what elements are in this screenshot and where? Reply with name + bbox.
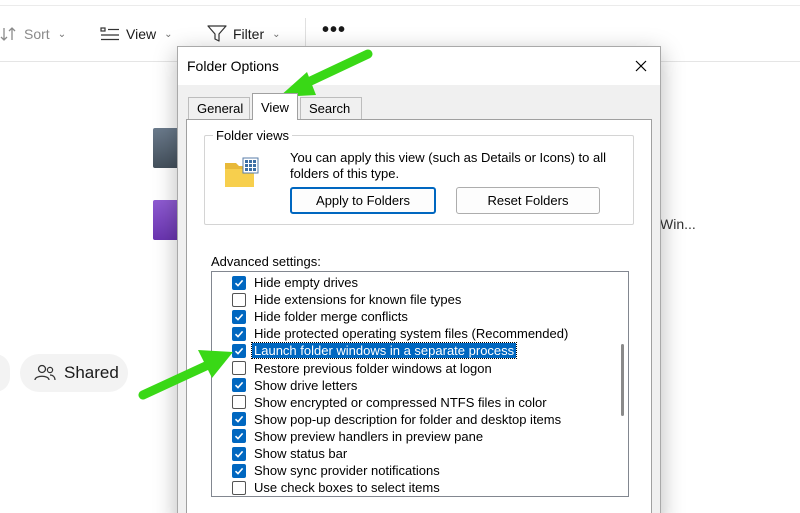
setting-row[interactable]: Show sync provider notifications: [232, 462, 442, 479]
filter-button[interactable]: Filter ⌄: [207, 22, 281, 46]
chevron-down-icon: ⌄: [164, 28, 173, 40]
setting-label: Show drive letters: [254, 377, 358, 393]
checkbox-checked[interactable]: [232, 463, 246, 478]
setting-label: Hide folder merge conflicts: [254, 309, 408, 325]
chevron-down-icon: ⌄: [272, 28, 281, 40]
setting-row[interactable]: Restore previous folder windows at logon: [232, 360, 494, 377]
setting-row[interactable]: Hide extensions for known file types: [232, 291, 463, 308]
setting-row[interactable]: Show encrypted or compressed NTFS files …: [232, 394, 549, 411]
setting-row[interactable]: Show drive letters: [232, 377, 359, 394]
more-options-button[interactable]: •••: [322, 18, 346, 42]
setting-row[interactable]: Show pop-up description for folder and d…: [232, 411, 563, 428]
folder-icon: [225, 157, 259, 187]
setting-label: Use check boxes to select items: [254, 480, 440, 496]
sort-button[interactable]: Sort ⌄: [0, 22, 66, 46]
checkbox-checked[interactable]: [232, 343, 246, 358]
setting-row[interactable]: Hide protected operating system files (R…: [232, 325, 570, 342]
nav-chip[interactable]: [0, 354, 10, 392]
dialog-title: Folder Options: [187, 58, 279, 74]
setting-label: Show preview handlers in preview pane: [254, 428, 484, 444]
tab-strip: General View Search: [186, 93, 656, 120]
reset-folders-button[interactable]: Reset Folders: [456, 187, 600, 214]
checkmark-icon: [234, 467, 244, 475]
setting-label: Show status bar: [254, 446, 348, 461]
checkbox-checked[interactable]: [232, 429, 246, 444]
close-button[interactable]: [630, 55, 652, 77]
checkmark-icon: [234, 433, 244, 441]
folder-views-legend: Folder views: [213, 128, 292, 143]
checkmark-icon: [234, 279, 244, 287]
chevron-down-icon: ⌄: [57, 28, 67, 40]
sort-label: Sort: [24, 26, 50, 42]
dialog-titlebar[interactable]: Folder Options: [178, 47, 660, 85]
file-icon[interactable]: [153, 128, 179, 168]
setting-label: Restore previous folder windows at logon: [254, 360, 492, 376]
setting-row[interactable]: Show preview handlers in preview pane: [232, 428, 485, 445]
view-tab-panel: Folder views You can apply this view (su…: [186, 119, 652, 513]
setting-label: Hide protected operating system files (R…: [254, 326, 569, 342]
checkbox-checked[interactable]: [232, 326, 246, 341]
checkmark-icon: [234, 330, 244, 338]
folder-views-description: You can apply this view (such as Details…: [290, 150, 607, 181]
apply-to-folders-button[interactable]: Apply to Folders: [290, 187, 436, 214]
setting-row[interactable]: Launch folder windows in a separate proc…: [232, 342, 518, 360]
toolbar-divider: [305, 18, 306, 48]
checkbox-checked[interactable]: [232, 446, 246, 461]
checkmark-icon: [234, 313, 244, 321]
tab-search[interactable]: Search: [300, 97, 362, 119]
view-button[interactable]: View ⌄: [100, 22, 172, 46]
checkbox-checked[interactable]: [232, 412, 246, 427]
setting-label: Show pop-up description for folder and d…: [254, 411, 562, 427]
folder-options-dialog: Folder Options General View Search Folde…: [177, 46, 661, 513]
scrollbar-thumb[interactable]: [621, 344, 624, 416]
filter-label: Filter: [233, 26, 265, 42]
list-view-icon: [100, 27, 119, 41]
scrollbar[interactable]: [616, 272, 628, 496]
folder-views-group: Folder views You can apply this view (su…: [204, 128, 634, 225]
checkmark-icon: [234, 416, 244, 424]
checkmark-icon: [234, 450, 244, 458]
advanced-settings-label: Advanced settings:: [211, 254, 321, 269]
tab-general[interactable]: General: [188, 97, 250, 119]
checkmark-icon: [234, 381, 244, 389]
advanced-settings-list[interactable]: Hide empty drives Hide extensions for kno…: [211, 271, 629, 497]
view-label: View: [126, 26, 157, 42]
divider: [0, 5, 800, 6]
file-name-truncated[interactable]: Win...: [660, 216, 696, 232]
checkbox-checked[interactable]: [232, 378, 246, 393]
setting-label: Launch folder windows in a separate proc…: [250, 342, 518, 360]
checkbox-unchecked[interactable]: [232, 480, 246, 495]
checkmark-icon: [234, 347, 244, 355]
setting-row[interactable]: Hide empty drives: [232, 274, 360, 291]
setting-label: Hide empty drives: [254, 275, 359, 290]
setting-row[interactable]: Show status bar: [232, 445, 349, 462]
filter-icon: [207, 25, 227, 42]
shared-chip[interactable]: Shared: [20, 354, 128, 392]
close-icon: [635, 60, 647, 72]
setting-row[interactable]: Use check boxes to select items: [232, 479, 442, 496]
setting-label: Show encrypted or compressed NTFS files …: [254, 394, 547, 410]
sort-icon: [0, 27, 16, 41]
people-icon: [34, 364, 56, 381]
checkbox-unchecked[interactable]: [232, 361, 246, 375]
setting-row[interactable]: Hide folder merge conflicts: [232, 308, 410, 325]
checkbox-unchecked[interactable]: [232, 292, 246, 307]
setting-label: Show sync provider notifications: [254, 463, 440, 479]
checkbox-unchecked[interactable]: [232, 395, 246, 410]
checkbox-checked[interactable]: [232, 275, 246, 290]
setting-label: Hide extensions for known file types: [254, 292, 462, 308]
shared-label: Shared: [64, 363, 119, 382]
checkbox-checked[interactable]: [232, 309, 246, 324]
tab-view[interactable]: View: [252, 93, 298, 120]
onenote-file-icon[interactable]: [153, 200, 179, 240]
